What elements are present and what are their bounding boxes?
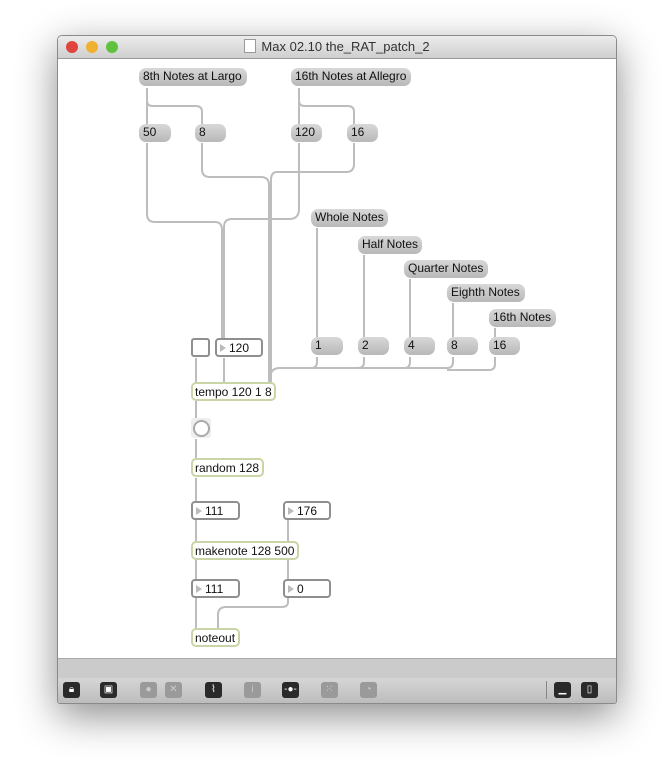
cord [447, 357, 496, 371]
bang-circle-icon [193, 420, 210, 437]
debug-icon[interactable]: ⌇ [205, 682, 222, 698]
bang-button[interactable] [191, 418, 211, 438]
message-16[interactable]: 16 [347, 124, 378, 142]
number-pitch[interactable]: 111 [191, 501, 240, 520]
message-2[interactable]: 2 [358, 337, 389, 355]
cord [298, 88, 355, 125]
toolbar-divider [546, 681, 547, 699]
number-out-pitch[interactable]: 111 [191, 579, 240, 598]
presentation-toggle-icon[interactable]: ▣ [100, 682, 117, 698]
inspector-icon[interactable]: i [244, 682, 261, 698]
message-16th-notes-allegro[interactable]: 16th Notes at Allegro [291, 68, 411, 86]
cord [404, 357, 454, 369]
number-duration[interactable]: 176 [283, 501, 331, 520]
message-4[interactable]: 4 [404, 337, 435, 355]
grid-icon[interactable]: ⁙ [321, 682, 338, 698]
message-50[interactable]: 50 [139, 124, 171, 142]
bottom-panel-icon[interactable]: ▁ [554, 682, 571, 698]
status-bar [58, 658, 616, 679]
zoom-button[interactable] [106, 41, 118, 53]
message-quarter-notes[interactable]: Quarter Notes [404, 260, 488, 278]
object-tempo[interactable]: tempo 120 1 8 [191, 382, 276, 401]
patch-canvas[interactable] [58, 59, 616, 658]
object-noteout[interactable]: noteout [191, 628, 240, 647]
message-16th-notes[interactable]: 16th Notes [489, 309, 556, 327]
palette-icon[interactable]: ◔ [360, 682, 377, 698]
side-panel-icon[interactable]: ▯ [581, 682, 598, 698]
message-1[interactable]: 1 [311, 337, 343, 355]
message-whole-notes[interactable]: Whole Notes [311, 209, 388, 227]
message-8-eighth[interactable]: 8 [447, 337, 478, 355]
toolbar: 🔒︎ ▣ ● ✕ ⌇ i -●- ⁙ ◔ ▁ ▯ [58, 678, 616, 703]
cord [358, 357, 411, 369]
message-8th-notes-largo[interactable]: 8th Notes at Largo [139, 68, 247, 86]
message-eighth-notes[interactable]: Eighth Notes [447, 284, 525, 302]
cord [146, 143, 223, 339]
cord [146, 88, 203, 125]
objects-icon[interactable]: ● [140, 682, 157, 698]
minimize-button[interactable] [86, 41, 98, 53]
message-120[interactable]: 120 [291, 124, 322, 142]
object-makenote[interactable]: makenote 128 500 [191, 541, 299, 560]
cord [217, 598, 289, 629]
window-title: Max 02.10 the_RAT_patch_2 [261, 39, 430, 54]
number-out-velocity[interactable]: 0 [283, 579, 331, 598]
message-8[interactable]: 8 [195, 124, 226, 142]
title-bar: Max 02.10 the_RAT_patch_2 [58, 36, 616, 59]
close-button[interactable] [66, 41, 78, 53]
number-tempo[interactable]: 120 [215, 338, 263, 357]
message-half-notes[interactable]: Half Notes [358, 236, 422, 254]
delete-icon[interactable]: ✕ [165, 682, 182, 698]
patch-cords [146, 88, 496, 629]
document-icon [244, 39, 257, 53]
connect-icon[interactable]: -●- [282, 682, 299, 698]
toggle[interactable] [191, 338, 210, 357]
message-16-sixteenth[interactable]: 16 [489, 337, 520, 355]
object-random[interactable]: random 128 [191, 458, 264, 477]
lock-icon[interactable]: 🔒︎ [63, 682, 80, 698]
